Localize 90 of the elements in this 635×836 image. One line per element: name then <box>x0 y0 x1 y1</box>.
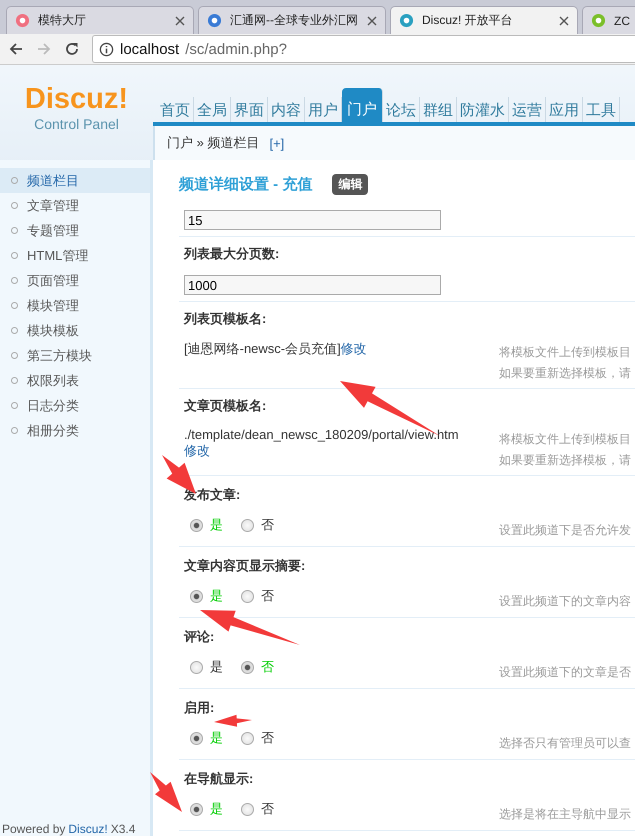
template-name: [迪恩网络-newsc-会员充值] <box>184 341 341 356</box>
nav-tab[interactable]: 应用 <box>546 97 583 122</box>
logo: Discuz! <box>24 85 128 114</box>
radio-button[interactable] <box>241 518 254 532</box>
field-label: 列表页模板名: <box>184 310 268 328</box>
reload-icon[interactable] <box>64 41 80 57</box>
nav-tab[interactable]: 论坛 <box>383 97 420 122</box>
radio-button[interactable] <box>190 518 203 532</box>
nav-tab[interactable]: 内容 <box>268 97 305 122</box>
nav-tab[interactable]: 群组 <box>420 97 457 122</box>
logo-subtitle: Control Panel <box>34 116 119 132</box>
tab-favicon-icon <box>15 13 30 28</box>
radio-label: 否 <box>261 729 274 747</box>
radio-label: 是 <box>210 729 223 747</box>
radio-label: 否 <box>261 658 274 676</box>
radio-button[interactable] <box>190 802 203 816</box>
annotation-arrow <box>214 714 252 727</box>
help-text: 选择否只有管理员可以查 <box>499 735 631 752</box>
footer-link[interactable]: Discuz! <box>68 822 108 836</box>
radio-label: 是 <box>210 800 223 818</box>
input-field[interactable]: 15 <box>184 210 441 230</box>
close-icon[interactable] <box>367 16 377 26</box>
nav-tab[interactable]: 运营 <box>509 97 546 122</box>
radio-label: 是 <box>210 516 223 534</box>
modify-link[interactable]: 修改 <box>340 341 367 356</box>
help-text: 设置此频道下的文章是否 <box>499 664 631 681</box>
close-icon[interactable] <box>175 16 185 26</box>
sidebar-item[interactable]: 权限列表 <box>0 368 150 393</box>
radio-button[interactable] <box>190 732 203 744</box>
radio-button[interactable] <box>241 660 254 674</box>
close-icon[interactable] <box>559 16 569 26</box>
tab-favicon-icon <box>399 13 414 28</box>
radio-label: 否 <box>261 800 274 818</box>
nav-tab[interactable]: 工具 <box>583 97 620 122</box>
sidebar-item[interactable]: 页面管理 <box>0 268 150 293</box>
sidebar-item[interactable]: 模块管理 <box>0 293 150 318</box>
breadcrumb: 门户 » 频道栏目 <box>167 134 260 152</box>
nav-tab[interactable]: 门户 <box>342 88 383 122</box>
browser-tab[interactable]: ZC <box>582 6 635 34</box>
field-label: 在导航显示: <box>184 770 254 788</box>
sidebar-item[interactable]: HTML管理 <box>0 243 150 268</box>
help-text: 将模板文件上传到模板目 <box>499 431 631 448</box>
help-text: 将模板文件上传到模板目 <box>499 344 631 361</box>
radio-label: 否 <box>261 516 274 534</box>
radio-label: 是 <box>210 658 223 676</box>
radio-label: 是 <box>210 587 223 605</box>
nav-tab[interactable]: 全局 <box>194 97 231 122</box>
info-icon <box>99 42 114 56</box>
field-label: 评论: <box>184 628 216 646</box>
back-icon[interactable] <box>8 41 24 57</box>
help-text: 设置此频道下的文章内容 <box>499 593 631 610</box>
help-text: 如果要重新选择模板，请 <box>499 452 631 469</box>
tab-favicon-icon <box>207 13 222 28</box>
sidebar-item[interactable]: 相册分类 <box>0 418 150 443</box>
nav-tab[interactable]: 界面 <box>231 97 268 122</box>
edit-button[interactable]: 编辑 <box>332 174 368 194</box>
sidebar-item[interactable]: 第三方模块 <box>0 343 150 368</box>
radio-button[interactable] <box>241 590 254 602</box>
radio-button[interactable] <box>190 590 203 602</box>
help-text: 设置此频道下是否允许发 <box>499 522 631 539</box>
browser-tab[interactable]: 模特大厅 <box>6 6 194 34</box>
annotation-arrow <box>150 772 182 812</box>
browser-tab[interactable]: 汇通网--全球专业外汇网 <box>198 6 386 34</box>
browser-tab[interactable]: Discuz! 开放平台 <box>390 6 578 34</box>
field-label: 文章页模板名: <box>184 397 268 415</box>
radio-button[interactable] <box>241 802 254 816</box>
field-label: 启用: <box>184 699 216 717</box>
footer-version: X3.4 <box>110 822 136 836</box>
sidebar-item[interactable]: 模块模板 <box>0 318 150 343</box>
address-field[interactable]: localhost /sc/admin.php? <box>92 35 635 63</box>
input-field[interactable]: 1000 <box>184 275 441 295</box>
radio-label: 否 <box>261 587 274 605</box>
sidebar-item[interactable]: 日志分类 <box>0 393 150 418</box>
nav-tab[interactable]: 防灌水 <box>457 97 509 122</box>
help-text: 如果要重新选择模板，请 <box>499 365 631 382</box>
tab-favicon-icon <box>591 13 606 28</box>
sidebar-item[interactable]: 专题管理 <box>0 218 150 243</box>
modify-link[interactable]: 修改 <box>184 443 210 458</box>
add-link[interactable]: [+] <box>269 136 284 150</box>
page-title: 频道详细设置 - 充值 <box>179 174 312 194</box>
field-label: 文章内容页显示摘要: <box>184 557 306 575</box>
footer-text: Powered by <box>2 822 66 836</box>
sidebar-item[interactable]: 频道栏目 <box>0 168 150 193</box>
help-text: 选择是将在主导航中显示 <box>499 806 631 823</box>
field-label: 列表最大分页数: <box>184 245 280 263</box>
nav-tab[interactable]: 首页 <box>157 97 194 122</box>
radio-button[interactable] <box>190 660 203 674</box>
radio-button[interactable] <box>241 732 254 744</box>
sidebar-item[interactable]: 文章管理 <box>0 193 150 218</box>
template-name: ./template/dean_newsc_180209/portal/view.htm <box>184 427 459 442</box>
